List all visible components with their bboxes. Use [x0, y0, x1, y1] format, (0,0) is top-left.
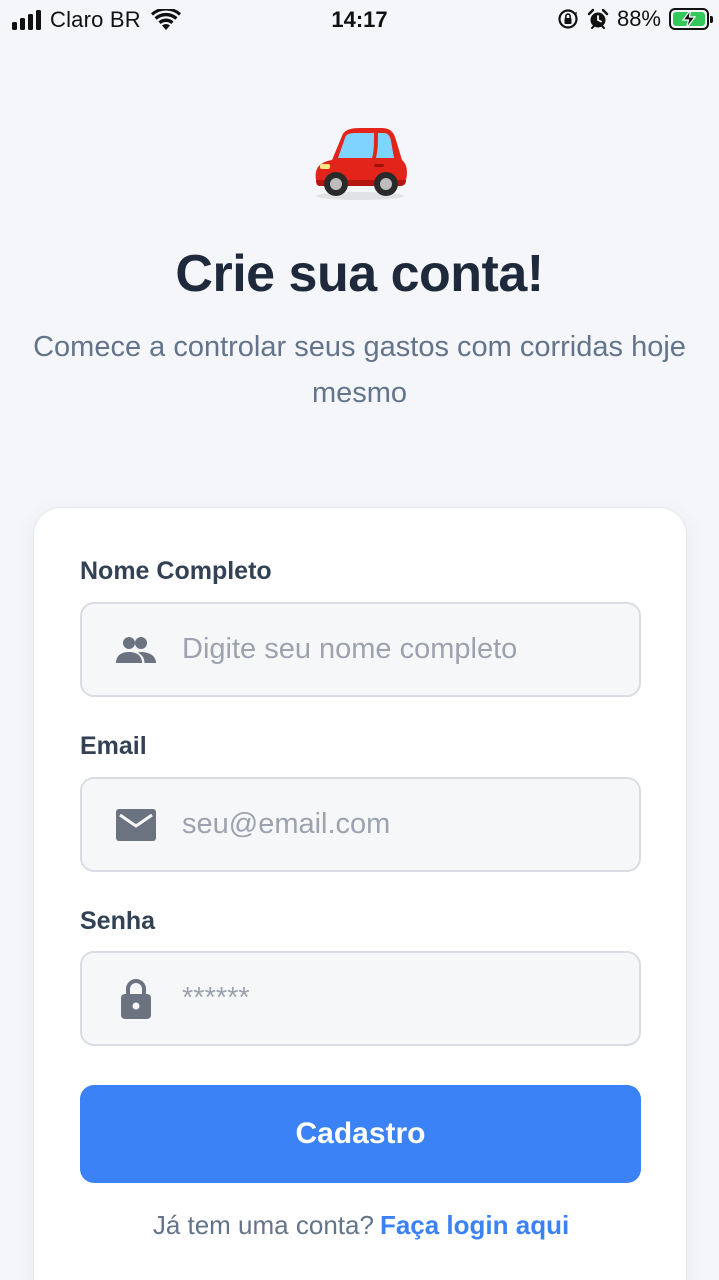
password-placeholder: ****** [182, 982, 250, 1014]
rotation-lock-icon [558, 9, 578, 29]
email-label: Email [80, 732, 147, 760]
lock-icon [114, 977, 158, 1019]
password-label: Senha [80, 907, 156, 935]
battery-percent: 88% [616, 6, 661, 31]
signup-card: Nome Completo Digite seu nome completo E… [33, 507, 687, 1280]
signup-button[interactable]: Cadastro [80, 1085, 641, 1183]
email-placeholder: seu@email.com [182, 808, 391, 840]
charging-bolt-icon [681, 10, 697, 28]
page-subtitle: Comece a controlar seus gastos com corri… [33, 331, 686, 409]
password-field[interactable]: ****** [80, 951, 641, 1046]
battery-icon [669, 8, 713, 30]
people-icon [114, 632, 158, 668]
email-field[interactable]: seu@email.com [80, 777, 641, 872]
status-bar: Claro BR 14:17 88% [0, 0, 719, 40]
name-label: Nome Completo [80, 557, 272, 585]
envelope-icon [114, 807, 158, 843]
signup-screen: Claro BR 14:17 88% Crie sua conta! Comec… [0, 0, 719, 1280]
login-prompt-row: Já tem uma conta? Faça login aqui [34, 1210, 688, 1241]
login-prompt-text: Já tem uma conta? [152, 1210, 374, 1240]
alarm-icon [587, 8, 609, 29]
name-placeholder: Digite seu nome completo [182, 633, 518, 665]
status-right: 88% [557, 6, 713, 32]
page-title: Crie sua conta! [175, 245, 544, 303]
login-link[interactable]: Faça login aqui [380, 1210, 569, 1240]
red-car-icon [315, 128, 407, 200]
name-field[interactable]: Digite seu nome completo [80, 602, 641, 697]
